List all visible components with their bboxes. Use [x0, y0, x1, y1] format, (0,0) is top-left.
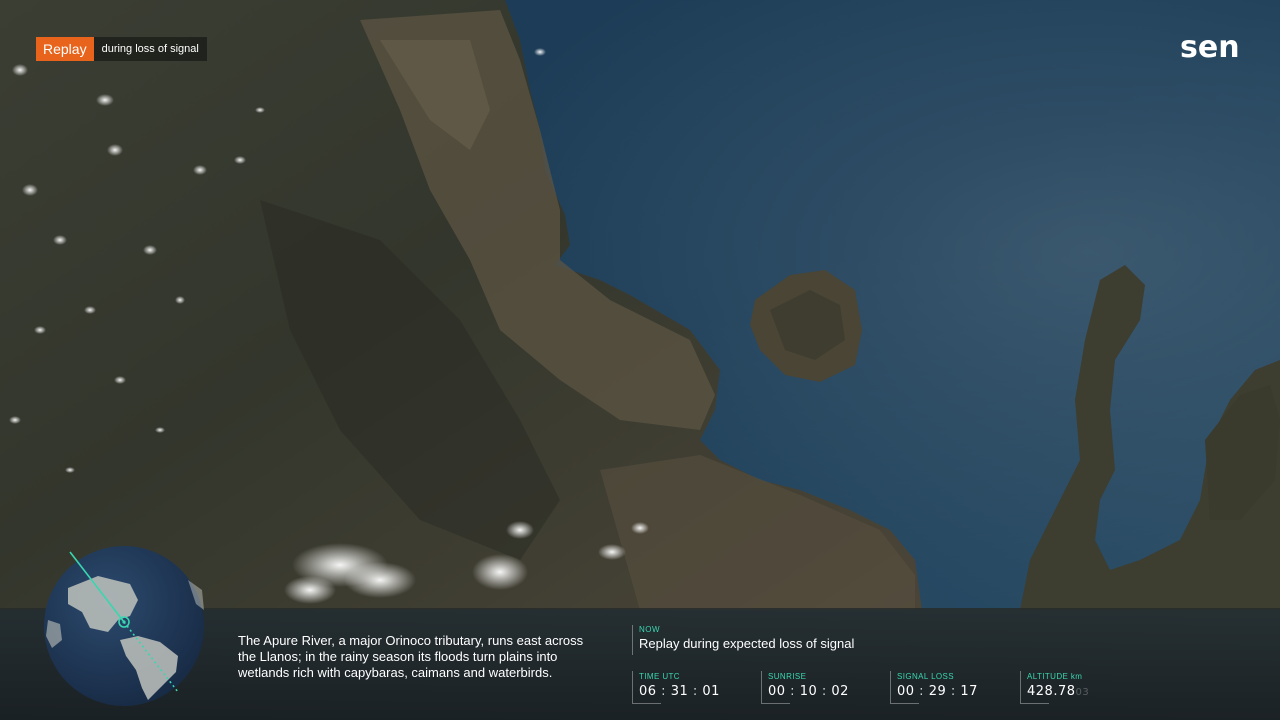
now-text: Replay during expected loss of signal [639, 636, 855, 651]
metric-altitude: ALTITUDE km 428.7803 [1020, 671, 1137, 704]
metric-value: 00 : 29 : 17 [897, 684, 978, 699]
metric-signal-loss: SIGNAL LOSS 00 : 29 : 17 [890, 671, 1007, 704]
metric-value: 428.7803 [1027, 684, 1090, 699]
replay-description: during loss of signal [93, 37, 207, 61]
location-caption: The Apure River, a major Orinoco tributa… [238, 633, 584, 680]
metric-label: TIME UTC [639, 672, 680, 681]
metric-value: 00 : 10 : 02 [768, 684, 849, 699]
now-label: NOW [639, 625, 661, 634]
replay-badge: Replay during loss of signal [36, 37, 207, 61]
metric-label: ALTITUDE km [1027, 672, 1083, 681]
metric-label: SIGNAL LOSS [897, 672, 955, 681]
metric-time-utc: TIME UTC 06 : 31 : 01 [632, 671, 749, 704]
metric-label: SUNRISE [768, 672, 807, 681]
globe-orbit-icon [38, 540, 210, 712]
replay-label: Replay [36, 37, 94, 61]
metric-value: 06 : 31 : 01 [639, 684, 720, 699]
sen-logo: sen [1180, 30, 1240, 65]
metric-sunrise: SUNRISE 00 : 10 : 02 [761, 671, 878, 704]
now-status: NOW Replay during expected loss of signa… [632, 625, 854, 655]
